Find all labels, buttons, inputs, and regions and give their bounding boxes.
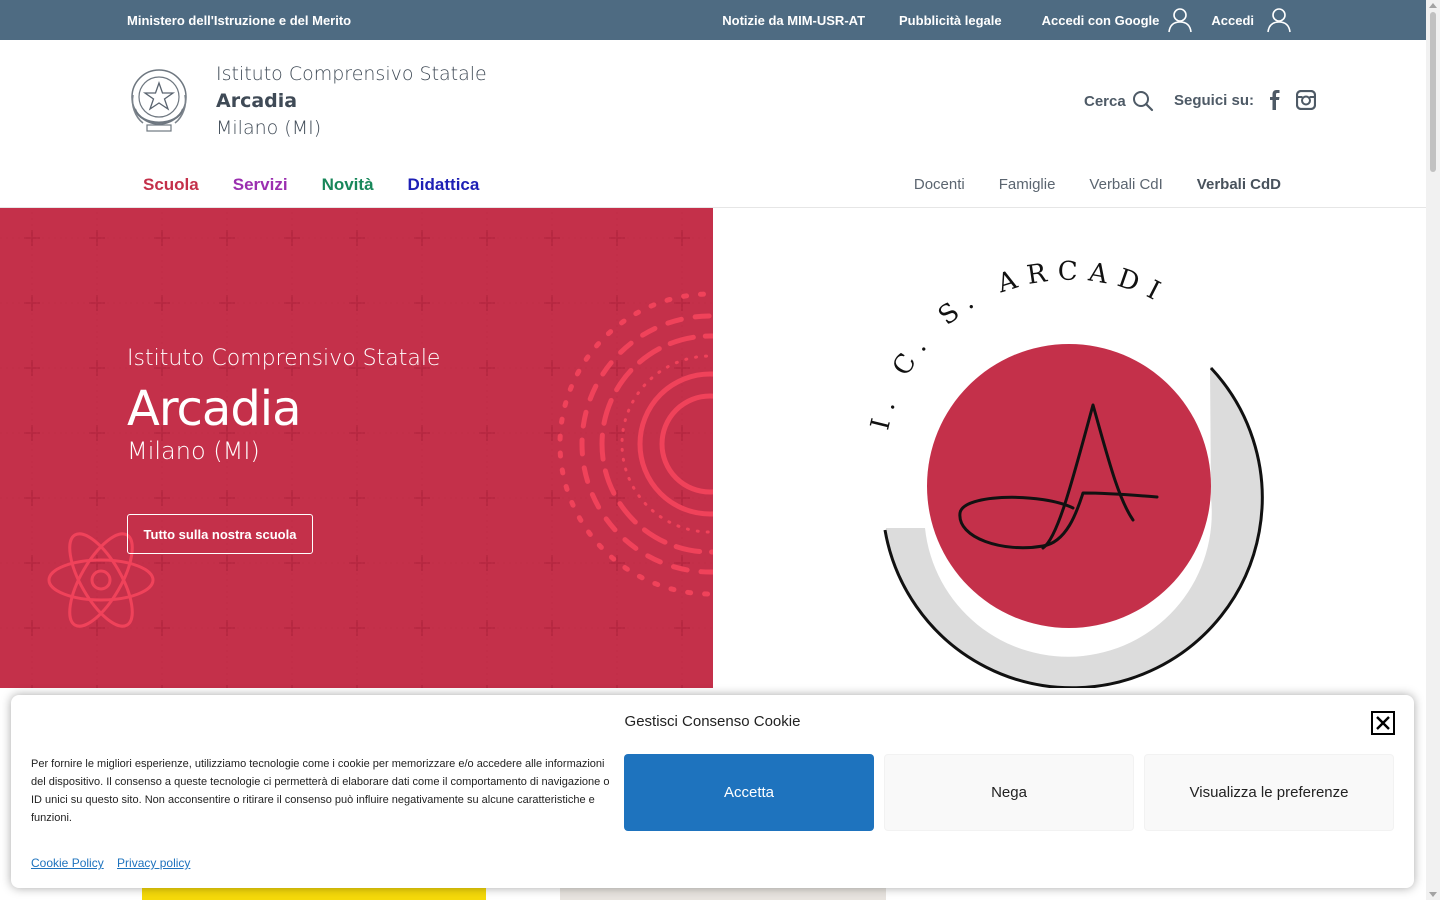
social-links: Seguici su: [1174,90,1317,110]
search-button[interactable]: Cerca [1084,90,1154,112]
social-label: Seguici su: [1174,91,1255,109]
site-header: Istituto Comprensivo Statale Arcadia Mil… [0,40,1426,208]
school-city: Milano (MI) [216,117,322,139]
privacy-policy-link[interactable]: Privacy policy [117,856,190,870]
nav-verbali-cdd[interactable]: Verbali CdD [1197,176,1281,193]
hero-logo-panel: I. C. S. ARCADIA [698,185,1426,690]
facebook-icon[interactable] [1266,90,1284,110]
school-type: Istituto Comprensivo Statale [216,63,487,85]
close-button[interactable] [1371,711,1395,735]
news-link[interactable]: Notizie da MIM-USR-AT [722,13,865,28]
school-title: Arcadia [216,90,298,112]
ministry-link[interactable]: Ministero dell'Istruzione e del Merito [127,13,351,28]
login-link[interactable]: Accedi [1211,7,1292,33]
top-bar: Ministero dell'Istruzione e del Merito N… [0,0,1426,40]
close-icon [1376,716,1390,730]
hero-panel: Istituto Comprensivo Statale Arcadia Mil… [0,208,713,688]
user-icon [1168,8,1193,33]
preferences-button[interactable]: Visualizza le preferenze [1144,754,1394,831]
about-school-button[interactable]: Tutto sulla nostra scuola [127,514,313,554]
nav-docenti[interactable]: Docenti [914,176,965,193]
accept-button[interactable]: Accetta [624,754,874,831]
cookie-title: Gestisci Consenso Cookie [624,713,801,730]
instagram-icon[interactable] [1296,90,1317,110]
main-navigation: Scuola Servizi Novità Didattica [143,175,513,195]
user-icon [1267,8,1291,33]
scroll-up-icon[interactable] [1429,3,1437,8]
hero-title: Arcadia [127,381,302,437]
school-name[interactable]: Istituto Comprensivo Statale Arcadia Mil… [216,61,487,142]
cookie-policy-link[interactable]: Cookie Policy [31,856,104,870]
school-logo: I. C. S. ARCADIA [698,185,1264,690]
hero-place: Milano (MI) [127,437,260,465]
cookie-consent-dialog: Gestisci Consenso Cookie Per fornire le … [11,695,1414,888]
search-label: Cerca [1084,92,1126,110]
login-label: Accedi [1211,12,1254,28]
google-login-link[interactable]: Accedi con Google [1042,7,1194,33]
top-links: Notizie da MIM-USR-AT Pubblicità legale … [688,0,1292,40]
scroll-down-icon[interactable] [1429,892,1437,897]
nav-famiglie[interactable]: Famiglie [999,176,1056,193]
page-scrollbar[interactable] [1426,0,1440,900]
republic-emblem-icon[interactable] [127,65,191,137]
legal-link[interactable]: Pubblicità legale [899,13,1002,28]
cookie-message: Per fornire le migliori esperienze, util… [31,758,610,824]
hero-text: Istituto Comprensivo Statale Arcadia Mil… [127,346,440,465]
nav-scuola[interactable]: Scuola [143,175,199,195]
hero-subtitle: Istituto Comprensivo Statale [127,346,441,371]
scrollbar-thumb[interactable] [1430,12,1436,172]
nav-verbali-cdi[interactable]: Verbali CdI [1089,176,1162,193]
google-login-label: Accedi con Google [1041,12,1160,28]
cookie-links: Cookie Policy Privacy policy [31,856,200,870]
search-icon [1132,91,1153,112]
nav-novita[interactable]: Novità [322,175,374,195]
deny-button[interactable]: Nega [884,754,1134,831]
nav-servizi[interactable]: Servizi [233,175,288,195]
secondary-navigation: Docenti Famiglie Verbali CdI Verbali CdD [880,176,1281,193]
nav-didattica[interactable]: Didattica [408,175,480,195]
